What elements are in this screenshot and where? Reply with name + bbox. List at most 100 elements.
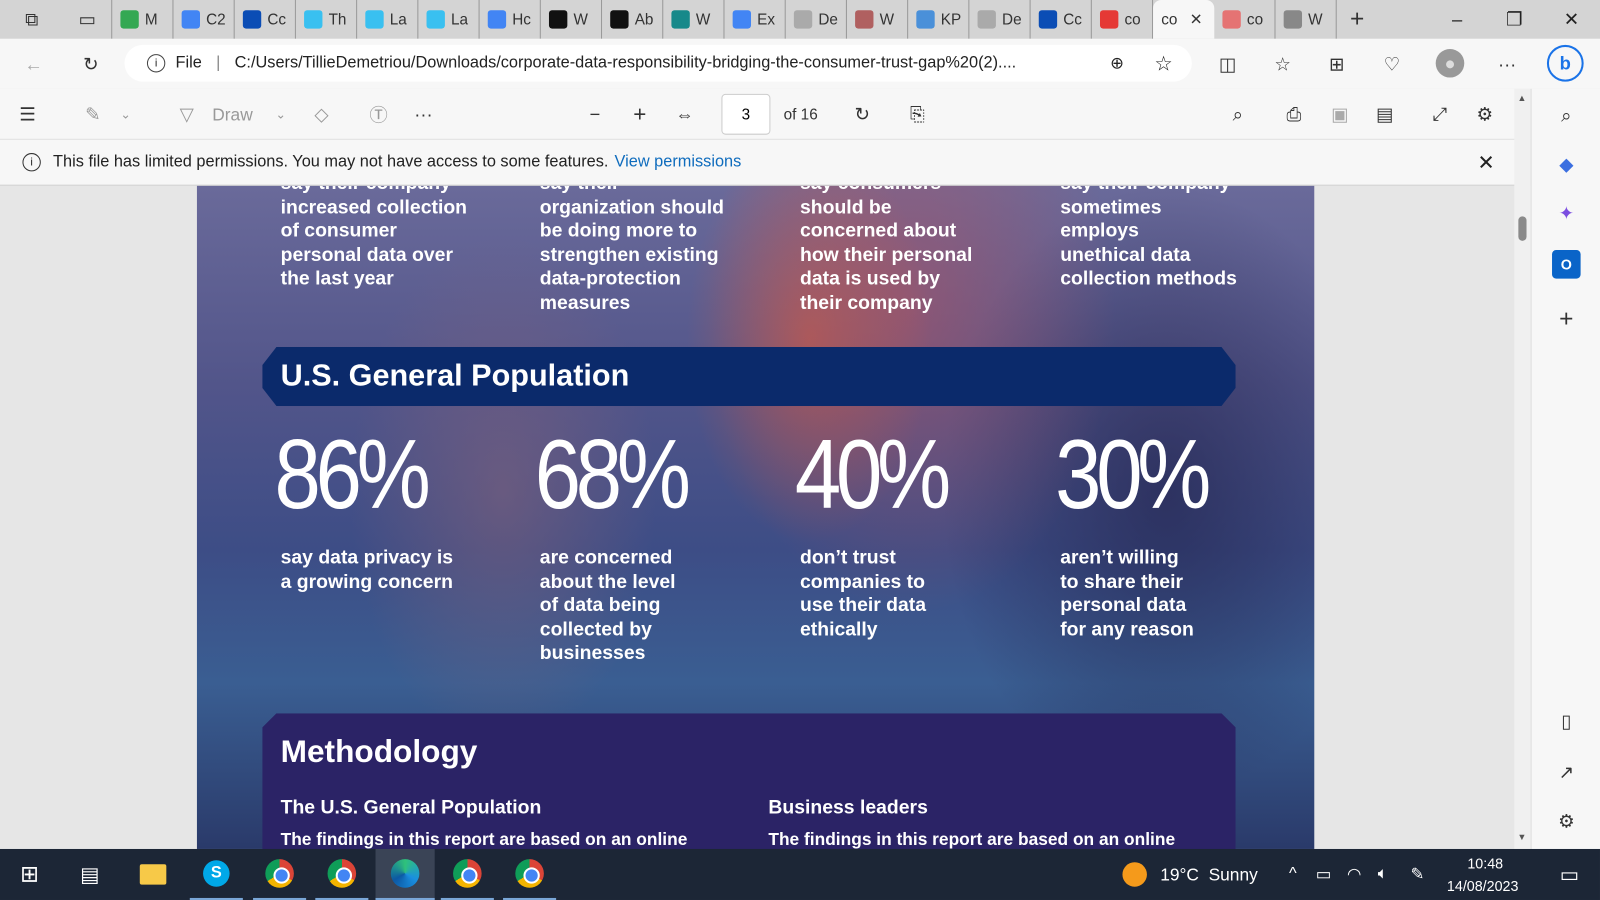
restore-button[interactable]: ❐ xyxy=(1486,0,1543,39)
chrome-icon[interactable] xyxy=(503,849,557,900)
chrome-icon[interactable] xyxy=(315,849,369,900)
text-icon[interactable]: Ⓣ xyxy=(365,101,392,128)
fullscreen-icon[interactable]: ⤢ xyxy=(1427,101,1454,128)
tab-favicon-icon xyxy=(855,10,874,29)
open-external-icon[interactable]: ↗ xyxy=(1552,758,1581,787)
browser-tab[interactable]: co ✕ xyxy=(1153,0,1215,39)
workspaces-icon[interactable]: ⧉ xyxy=(0,0,63,39)
shopping-icon[interactable]: ◆ xyxy=(1552,150,1581,179)
search-icon[interactable]: ⌕ xyxy=(1552,101,1581,130)
edge-sidebar: ⌕ ◆ ✦ O + ▯ ↗ ⚙ xyxy=(1530,88,1600,849)
back-icon[interactable]: ← xyxy=(18,51,49,78)
split-screen-icon[interactable]: ◫ xyxy=(1214,51,1241,78)
collections-icon[interactable]: ⊞ xyxy=(1323,51,1350,78)
zoom-in-button[interactable]: + xyxy=(627,101,654,128)
browser-tab[interactable]: C2 xyxy=(173,0,235,39)
settings-gear-icon[interactable]: ⚙ xyxy=(1471,101,1498,128)
browser-tab[interactable]: Cc xyxy=(1031,0,1092,39)
chevron-down-icon[interactable]: ⌄ xyxy=(271,103,289,125)
browser-tab[interactable]: De xyxy=(786,0,847,39)
zoom-out-button[interactable]: − xyxy=(582,101,609,128)
draw-button[interactable]: Draw xyxy=(212,105,252,125)
pen-icon[interactable]: ✎ xyxy=(1404,849,1431,900)
print-icon[interactable]: ⎙ xyxy=(1281,101,1308,128)
page-view-icon[interactable]: ⎘ xyxy=(904,101,931,128)
fit-to-width-icon[interactable]: ⇔ xyxy=(671,101,698,128)
skype-icon[interactable]: S xyxy=(189,849,243,900)
battery-icon[interactable]: ▭ xyxy=(1310,849,1337,900)
chrome-icon[interactable] xyxy=(253,849,307,900)
save-icon[interactable]: ▣ xyxy=(1327,101,1354,128)
browser-tab[interactable]: W xyxy=(541,0,603,39)
browser-tab[interactable]: W xyxy=(663,0,725,39)
browser-tab[interactable]: W xyxy=(1276,0,1337,39)
browser-tab[interactable]: De xyxy=(969,0,1031,39)
tab-actions-icon[interactable]: ▭ xyxy=(63,0,113,39)
tab-label: C2 xyxy=(206,10,226,29)
browser-tab[interactable]: La xyxy=(418,0,480,39)
more-tools-icon[interactable]: ··· xyxy=(410,101,437,128)
search-icon[interactable]: ⌕ xyxy=(1224,101,1251,128)
page-total: of 16 xyxy=(783,106,818,124)
zoom-icon[interactable]: ⊕ xyxy=(1110,53,1124,73)
browser-tab[interactable]: Th xyxy=(296,0,358,39)
browser-tab[interactable]: co xyxy=(1092,0,1154,39)
chrome-icon[interactable] xyxy=(440,849,494,900)
browser-tab[interactable]: Cc xyxy=(235,0,296,39)
browser-tab[interactable]: La xyxy=(357,0,419,39)
windows-start-icon[interactable]: ⊞ xyxy=(3,849,56,900)
more-menu-icon[interactable]: ··· xyxy=(1494,51,1521,78)
clock-date[interactable]: 14/08/2023 xyxy=(1447,878,1519,894)
favorites-icon[interactable]: ☆ xyxy=(1269,51,1296,78)
hide-sidebar-icon[interactable]: ▯ xyxy=(1552,707,1581,736)
rotate-icon[interactable]: ↻ xyxy=(849,101,876,128)
browser-tab[interactable]: KP xyxy=(908,0,970,39)
browser-tab[interactable]: Ex xyxy=(724,0,786,39)
weather-text[interactable]: 19°C Sunny xyxy=(1160,865,1258,885)
sidebar-settings-icon[interactable]: ⚙ xyxy=(1552,807,1581,836)
tab-label: co xyxy=(1246,10,1264,29)
scrollbar-thumb[interactable] xyxy=(1518,216,1527,241)
scheme-label: File xyxy=(175,54,202,72)
draw-icon[interactable]: ▽ xyxy=(173,101,200,128)
outlook-icon[interactable]: O xyxy=(1552,249,1581,279)
add-sidebar-app-icon[interactable]: + xyxy=(1552,305,1581,334)
infobar-message: This file has limited permissions. You m… xyxy=(53,153,609,171)
address-bar[interactable]: i File | C:/Users/TillieDemetriou/Downlo… xyxy=(124,44,1192,82)
url-text[interactable]: C:/Users/TillieDemetriou/Downloads/corpo… xyxy=(235,54,1092,72)
browser-tab[interactable]: Ab xyxy=(602,0,664,39)
copilot-icon[interactable]: ✦ xyxy=(1552,199,1581,228)
browser-essentials-icon[interactable]: ♡ xyxy=(1379,51,1406,78)
minimize-button[interactable]: – xyxy=(1429,0,1486,39)
page-number-input[interactable]: 3 xyxy=(721,93,771,135)
erase-icon[interactable]: ◇ xyxy=(308,101,335,128)
task-view-icon[interactable]: ▤ xyxy=(63,849,116,900)
clock-time[interactable]: 10:48 xyxy=(1467,855,1503,871)
new-tab-button[interactable]: + xyxy=(1337,0,1378,39)
highlight-icon[interactable]: ✎ xyxy=(80,101,107,128)
view-permissions-link[interactable]: View permissions xyxy=(615,153,742,171)
close-window-button[interactable]: ✕ xyxy=(1543,0,1600,39)
save-as-icon[interactable]: ▤ xyxy=(1371,101,1398,128)
profile-avatar[interactable]: ● xyxy=(1435,48,1465,78)
chevron-down-icon[interactable]: ⌄ xyxy=(116,103,134,125)
close-infobar-icon[interactable]: ✕ xyxy=(1478,149,1495,175)
notifications-icon[interactable]: ▭ xyxy=(1543,849,1596,900)
refresh-icon[interactable]: ↻ xyxy=(76,51,107,78)
browser-tab[interactable]: M xyxy=(112,0,174,39)
vertical-scrollbar[interactable]: ▲ ▼ xyxy=(1514,88,1531,849)
browser-tab[interactable]: W xyxy=(847,0,909,39)
edge-icon[interactable] xyxy=(375,848,435,900)
wifi-icon[interactable]: ◠ xyxy=(1341,849,1368,900)
contents-icon[interactable]: ☰ xyxy=(14,101,41,128)
browser-tab[interactable]: co xyxy=(1214,0,1276,39)
file-explorer-icon[interactable] xyxy=(127,849,180,900)
volume-icon[interactable]: 🔈︎ xyxy=(1369,849,1396,900)
favorite-star-icon[interactable]: ☆ xyxy=(1154,51,1172,77)
close-tab-icon[interactable]: ✕ xyxy=(1190,10,1203,28)
browser-tab[interactable]: Hc xyxy=(480,0,541,39)
weather-sun-icon[interactable] xyxy=(1120,849,1149,900)
bing-copilot-icon[interactable]: b xyxy=(1546,44,1584,82)
info-icon[interactable]: i xyxy=(146,54,166,73)
show-hidden-icons[interactable]: ^ xyxy=(1280,849,1307,900)
